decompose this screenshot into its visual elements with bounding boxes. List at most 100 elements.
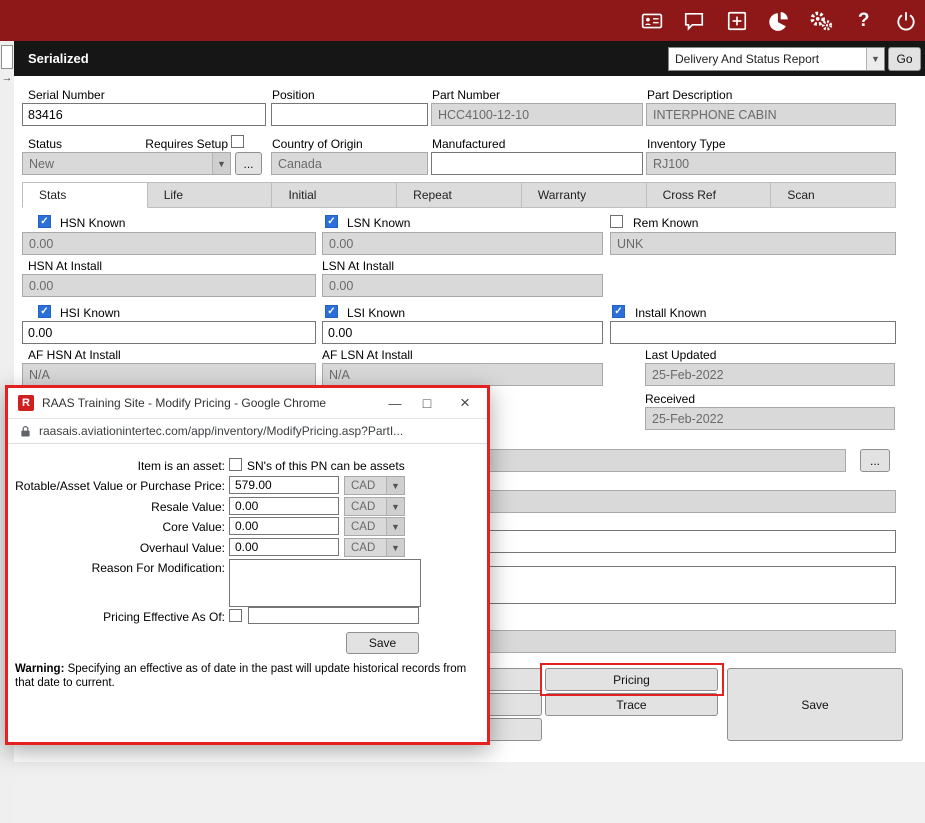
resale-currency-value: CAD — [351, 501, 375, 513]
purchase-currency-select[interactable]: CAD ▼ — [344, 476, 405, 495]
part-description-label: Part Description — [647, 88, 732, 102]
install-known-checkbox[interactable] — [612, 305, 625, 318]
af-lsn-at-install-label: AF LSN At Install — [322, 348, 413, 362]
resale-value-label: Resale Value: — [151, 500, 225, 514]
lock-icon — [20, 425, 31, 438]
status-select[interactable]: New ▼ — [22, 152, 231, 175]
tab-initial[interactable]: Initial — [272, 182, 397, 208]
lsi-known-label: LSI Known — [347, 306, 405, 320]
asset-checkbox[interactable] — [229, 458, 242, 471]
chevron-down-icon: ▼ — [386, 498, 404, 515]
help-icon[interactable]: ? — [852, 9, 876, 33]
tab-life[interactable]: Life — [148, 182, 273, 208]
reason-label: Reason For Modification: — [92, 561, 225, 575]
contact-card-icon[interactable] — [640, 9, 664, 33]
effective-date-input[interactable] — [248, 607, 419, 624]
purchase-price-input[interactable] — [229, 476, 339, 494]
report-dropdown[interactable]: Delivery And Status Report ▼ — [668, 47, 885, 71]
core-value-input[interactable] — [229, 517, 339, 535]
pricing-button[interactable]: Pricing — [545, 668, 718, 691]
new-window-icon[interactable] — [725, 9, 749, 33]
requires-setup-checkbox[interactable] — [231, 135, 244, 148]
resale-currency-select[interactable]: CAD ▼ — [344, 497, 405, 516]
chevron-down-icon: ▼ — [386, 477, 404, 494]
hsn-known-checkbox[interactable] — [38, 215, 51, 228]
tab-stats[interactable]: Stats — [22, 182, 148, 208]
rem-known-label: Rem Known — [633, 216, 698, 230]
part-number-field: HCC4100-12-10 — [431, 103, 643, 126]
close-icon[interactable]: × — [453, 393, 477, 413]
hsi-known-label: HSI Known — [60, 306, 120, 320]
lsn-at-install-field: 0.00 — [322, 274, 603, 297]
hsn-at-install-label: HSN At Install — [28, 259, 102, 273]
gears-icon[interactable] — [809, 9, 833, 33]
hsi-input[interactable] — [22, 321, 316, 344]
status-label: Status — [28, 137, 62, 151]
go-button[interactable]: Go — [888, 47, 921, 71]
chevron-down-icon: ▼ — [866, 48, 884, 70]
inventory-type-field: RJ100 — [646, 152, 896, 175]
inventory-type-label: Inventory Type — [647, 137, 726, 151]
af-lsn-at-install-field: N/A — [322, 363, 603, 386]
rem-known-checkbox[interactable] — [610, 215, 623, 228]
popup-save-button[interactable]: Save — [346, 632, 419, 654]
report-dropdown-value: Delivery And Status Report — [675, 52, 819, 66]
lsn-field: 0.00 — [322, 232, 603, 255]
last-updated-label: Last Updated — [645, 348, 716, 362]
tab-repeat[interactable]: Repeat — [397, 182, 522, 208]
lsn-known-checkbox[interactable] — [325, 215, 338, 228]
asset-note: SN's of this PN can be assets — [247, 459, 405, 473]
position-input[interactable] — [271, 103, 428, 126]
popup-warning-label: Warning: — [15, 663, 64, 675]
save-button[interactable]: Save — [727, 668, 903, 741]
lsi-input[interactable] — [322, 321, 603, 344]
overhaul-value-label: Overhaul Value: — [140, 541, 225, 555]
resale-value-input[interactable] — [229, 497, 339, 515]
install-input[interactable] — [610, 321, 896, 344]
lsi-known-checkbox[interactable] — [325, 305, 338, 318]
part-number-label: Part Number — [432, 88, 500, 102]
popup-url-bar[interactable]: raasais.aviationintertec.com/app/invento… — [8, 418, 487, 444]
effective-date-label: Pricing Effective As Of: — [103, 610, 225, 624]
core-currency-select[interactable]: CAD ▼ — [344, 517, 405, 536]
manufactured-label: Manufactured — [432, 137, 505, 151]
power-icon[interactable] — [894, 9, 918, 33]
popup-body: Item is an asset: SN's of this PN can be… — [8, 444, 487, 742]
reason-textarea[interactable] — [229, 559, 421, 607]
asset-label: Item is an asset: — [138, 459, 225, 473]
minimize-icon[interactable]: — — [383, 393, 407, 413]
manufactured-input[interactable] — [431, 152, 643, 175]
pie-chart-icon[interactable] — [767, 9, 791, 33]
hsn-known-label: HSN Known — [60, 216, 125, 230]
topbar-icon-group: ? — [640, 0, 918, 41]
received-label: Received — [645, 392, 695, 406]
effective-date-checkbox[interactable] — [229, 609, 242, 622]
last-updated-field: 25-Feb-2022 — [645, 363, 895, 386]
status-more-button[interactable]: ... — [235, 152, 262, 175]
purchase-price-label: Rotable/Asset Value or Purchase Price: — [15, 479, 225, 493]
lsn-known-label: LSN Known — [347, 216, 410, 230]
chat-icon[interactable] — [682, 9, 706, 33]
maximize-icon[interactable]: □ — [415, 393, 439, 413]
part-description-field: INTERPHONE CABIN — [646, 103, 896, 126]
hsn-field: 0.00 — [22, 232, 316, 255]
serial-number-input[interactable] — [22, 103, 266, 126]
panel-collapse-handle[interactable] — [1, 45, 13, 69]
expand-arrow-icon[interactable]: → — [0, 72, 14, 86]
popup-title-bar[interactable]: R RAAS Training Site - Modify Pricing - … — [8, 388, 487, 418]
modify-pricing-popup: R RAAS Training Site - Modify Pricing - … — [5, 385, 490, 745]
hsi-known-checkbox[interactable] — [38, 305, 51, 318]
tab-cross-ref[interactable]: Cross Ref — [647, 182, 772, 208]
overhaul-currency-select[interactable]: CAD ▼ — [344, 538, 405, 557]
country-of-origin-field: Canada — [271, 152, 428, 175]
rem-field: UNK — [610, 232, 896, 255]
tab-warranty[interactable]: Warranty — [522, 182, 647, 208]
received-field: 25-Feb-2022 — [645, 407, 895, 430]
install-known-label: Install Known — [635, 306, 706, 320]
detail-more-button[interactable]: ... — [860, 449, 890, 472]
lsn-at-install-label: LSN At Install — [322, 259, 394, 273]
trace-button[interactable]: Trace — [545, 693, 718, 716]
tab-scan[interactable]: Scan — [771, 182, 896, 208]
overhaul-value-input[interactable] — [229, 538, 339, 556]
app-window: ? Serialized Delivery And Status Report … — [0, 0, 925, 823]
